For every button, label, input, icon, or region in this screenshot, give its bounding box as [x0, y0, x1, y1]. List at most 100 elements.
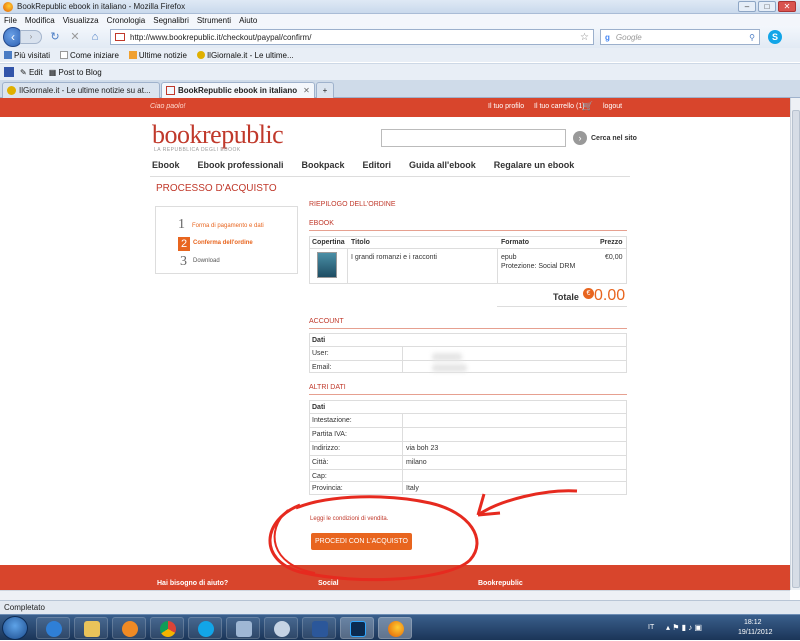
chrome-icon — [160, 621, 176, 637]
url-bar[interactable]: http://www.bookrepublic.it/checkout/payp… — [110, 29, 594, 45]
menu-cronologia[interactable]: Cronologia — [107, 16, 146, 25]
home-icon[interactable]: ⌂ — [88, 30, 102, 44]
col-header-titolo: Titolo — [351, 239, 370, 246]
divider — [309, 230, 627, 231]
url-text: http://www.bookrepublic.it/checkout/payp… — [130, 32, 312, 42]
ie-icon — [46, 621, 62, 637]
col-header-formato: Formato — [501, 239, 529, 246]
reload-icon[interactable]: ↻ — [48, 30, 62, 44]
rss-icon — [128, 50, 137, 59]
step-number-active: 2 — [178, 237, 190, 251]
nav-ebook[interactable]: Ebook — [152, 160, 180, 170]
search-bar[interactable]: g Google ⚲ — [600, 29, 760, 45]
site-top-bar: Ciao paolo! Il tuo profilo Il tuo carrel… — [0, 98, 790, 117]
item-price: €0,00 — [605, 254, 623, 261]
taskbar-explorer[interactable] — [74, 617, 108, 639]
item-title[interactable]: I grandi romanzi e i racconti — [351, 254, 437, 261]
taskbar-photoshop[interactable] — [340, 617, 374, 639]
bookmark-star-icon[interactable]: ☆ — [580, 32, 589, 43]
tray-icons[interactable]: ▴ ⚑ ▮ ♪ ▣ — [666, 623, 702, 632]
tab-label: BookRepublic ebook in italiano — [178, 86, 298, 95]
tab-bar: IlGiornale.it - Le ultime notizie su at.… — [0, 80, 800, 98]
logo-text: bookrepublic — [152, 120, 284, 149]
menu-segnalibri[interactable]: Segnalibri — [153, 16, 189, 25]
menu-aiuto[interactable]: Aiuto — [239, 16, 257, 25]
taskbar-app[interactable] — [264, 617, 298, 639]
nav-editori[interactable]: Editori — [363, 160, 392, 170]
window-title: BookRepublic ebook in italiano - Mozilla… — [17, 2, 186, 11]
menu-file[interactable]: File — [4, 16, 17, 25]
footer-bookrepublic[interactable]: Bookrepublic — [478, 580, 523, 587]
taskbar-media[interactable] — [112, 617, 146, 639]
item-format: epub — [501, 254, 517, 261]
site-search-input[interactable] — [381, 129, 566, 147]
nav-guida[interactable]: Guida all'ebook — [409, 160, 476, 170]
photoshop-icon — [350, 621, 366, 637]
vertical-scrollbar[interactable] — [790, 98, 800, 590]
taskbar-firefox[interactable] — [378, 617, 412, 639]
taskbar-word[interactable] — [302, 617, 336, 639]
close-button[interactable]: ✕ — [778, 1, 796, 12]
divider — [309, 469, 627, 470]
nav-regalare[interactable]: Regalare un ebook — [494, 160, 575, 170]
field-value: milano — [406, 459, 427, 466]
forward-button[interactable]: › — [20, 30, 42, 44]
nav-bookpack[interactable]: Bookpack — [302, 160, 345, 170]
divider — [309, 394, 627, 395]
new-tab-button[interactable]: + — [316, 82, 334, 98]
bookmark-ilgiornale[interactable]: IlGiornale.it - Le ultime... — [196, 50, 294, 60]
scroll-thumb[interactable] — [792, 110, 800, 588]
addon-icon[interactable] — [4, 67, 14, 77]
site-search-label[interactable]: Cerca nel sito — [591, 135, 637, 142]
site-favicon-icon — [115, 33, 125, 41]
minimize-button[interactable]: – — [738, 1, 756, 12]
proceed-to-purchase-button[interactable]: PROCEDI CON L'ACQUISTO — [311, 533, 412, 550]
start-button[interactable] — [2, 616, 28, 640]
clock-time[interactable]: 18:12 — [744, 619, 762, 626]
maximize-button[interactable]: □ — [758, 1, 776, 12]
bookmark-come-iniziare[interactable]: Come iniziare — [60, 50, 119, 60]
menu-strumenti[interactable]: Strumenti — [197, 16, 231, 25]
skype-icon[interactable]: S — [768, 30, 782, 44]
nav-ebook-professionali[interactable]: Ebook professionali — [198, 160, 284, 170]
cart-icon[interactable]: 🛒 — [582, 101, 593, 112]
bookmark-piu-visitati[interactable]: Più visitati — [4, 50, 50, 60]
logout-link[interactable]: logout — [603, 103, 622, 110]
taskbar-skype[interactable] — [188, 617, 222, 639]
taskbar-chrome[interactable] — [150, 617, 184, 639]
search-icon[interactable]: ⚲ — [749, 33, 755, 42]
language-indicator[interactable]: IT — [648, 624, 654, 631]
taskbar-ie[interactable] — [36, 617, 70, 639]
book-cover-image[interactable] — [317, 252, 337, 278]
profile-link[interactable]: Il tuo profilo — [488, 103, 524, 110]
col-header-prezzo: Prezzo — [600, 239, 623, 246]
step-label[interactable]: Forma di pagamento e dati — [192, 223, 264, 229]
close-tab-icon[interactable]: ✕ — [303, 86, 310, 95]
site-logo[interactable]: bookrepublic LA REPUBBLICA DEGLI EBOOK — [152, 120, 284, 153]
tab-bookrepublic[interactable]: BookRepublic ebook in italiano ✕ — [161, 82, 315, 98]
bookmark-ultime-notizie[interactable]: Ultime notizie — [128, 50, 187, 60]
field-label: Intestazione: — [312, 417, 352, 424]
site-search-button[interactable]: › — [573, 131, 587, 145]
menu-visualizza[interactable]: Visualizza — [63, 16, 99, 25]
footer-help[interactable]: Hai bisogno di aiuto? — [157, 580, 228, 587]
system-tray: IT ▴ ⚑ ▮ ♪ ▣ 18:12 19/11/2012 — [640, 615, 800, 641]
tab-ilgiornale[interactable]: IlGiornale.it - Le ultime notizie su at.… — [2, 82, 160, 98]
clock-date[interactable]: 19/11/2012 — [738, 629, 773, 636]
divider — [309, 360, 627, 361]
cart-link[interactable]: Il tuo carrello (1) — [534, 103, 585, 110]
bookrepublic-icon — [166, 86, 175, 95]
step-number: 1 — [178, 217, 185, 232]
category-nav: Ebook Ebook professionali Bookpack Edito… — [152, 160, 592, 170]
menu-modifica[interactable]: Modifica — [25, 16, 55, 25]
footer-social[interactable]: Social — [318, 580, 339, 587]
conditions-link[interactable]: Leggi le condizioni di vendita. — [310, 516, 388, 522]
taskbar: IT ▴ ⚑ ▮ ♪ ▣ 18:12 19/11/2012 — [0, 614, 800, 640]
document-icon — [312, 621, 328, 637]
divider — [497, 249, 498, 284]
edit-button[interactable]: ✎ Edit — [20, 68, 43, 77]
horizontal-scrollbar[interactable] — [0, 590, 790, 600]
stop-icon[interactable]: ✕ — [68, 30, 82, 44]
taskbar-notes[interactable] — [226, 617, 260, 639]
post-to-blog-button[interactable]: ▦ Post to Blog — [49, 68, 102, 77]
